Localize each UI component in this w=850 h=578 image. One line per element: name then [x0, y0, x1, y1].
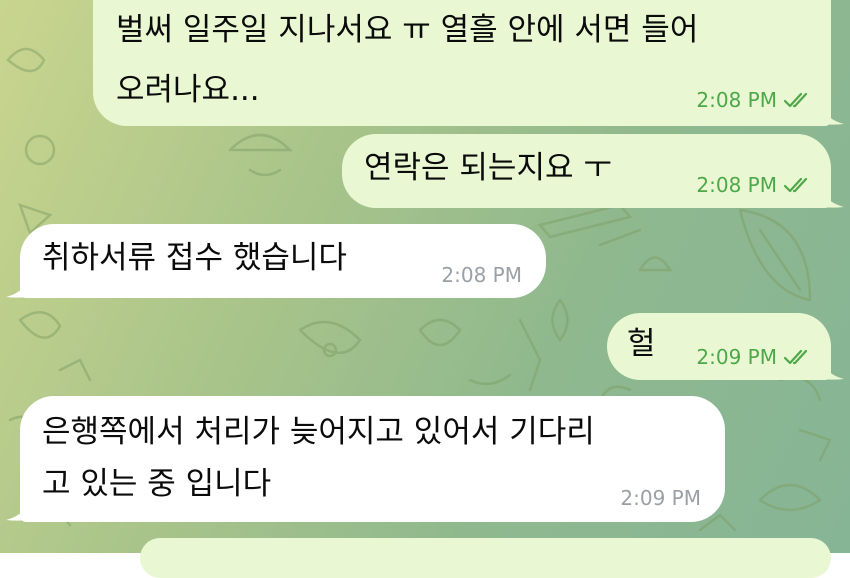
message-text-line: 헐: [627, 326, 656, 362]
message-bubble-incoming[interactable]: 취하서류 접수 했습니다 2:08 PM: [20, 224, 546, 298]
message-meta: 2:08 PM: [441, 263, 522, 287]
message-time: 2:08 PM: [696, 88, 777, 112]
message-text-line: 취하서류 접수 했습니다: [42, 240, 347, 276]
message-time: 2:09 PM: [620, 486, 701, 510]
message-time: 2:09 PM: [696, 345, 777, 369]
message-bubble-outgoing[interactable]: 벌써 일주일 지나서요 ㅠ 열흘 안에 서면 들어 오려나요... 2:08 P…: [93, 0, 831, 126]
message-text-line: 연락은 되는지요 ㅜ: [364, 150, 612, 186]
double-check-icon: [783, 349, 808, 365]
double-check-icon: [783, 92, 808, 108]
message-meta: 2:09 PM: [620, 486, 701, 510]
message-bubble-outgoing[interactable]: 헐 2:09 PM: [607, 313, 831, 380]
message-text-line: 오려나요...: [116, 72, 260, 108]
message-text-line: 은행쪽에서 처리가 늦어지고 있어서 기다리: [42, 414, 595, 450]
message-text-line: 고 있는 중 입니다: [42, 466, 272, 502]
double-check-icon: [783, 177, 808, 193]
message-text-line: 벌써 일주일 지나서요 ㅠ 열흘 안에 서면 들어: [116, 12, 699, 48]
message-time: 2:08 PM: [696, 173, 777, 197]
message-bubble-incoming[interactable]: 은행쪽에서 처리가 늦어지고 있어서 기다리 고 있는 중 입니다 2:09 P…: [20, 396, 725, 522]
message-bubble-outgoing-partial[interactable]: [140, 538, 831, 578]
message-bubble-outgoing[interactable]: 연락은 되는지요 ㅜ 2:08 PM: [342, 134, 831, 208]
message-meta: 2:09 PM: [696, 345, 813, 369]
message-meta: 2:08 PM: [696, 173, 813, 197]
message-meta: 2:08 PM: [696, 88, 813, 112]
message-time: 2:08 PM: [441, 263, 522, 287]
